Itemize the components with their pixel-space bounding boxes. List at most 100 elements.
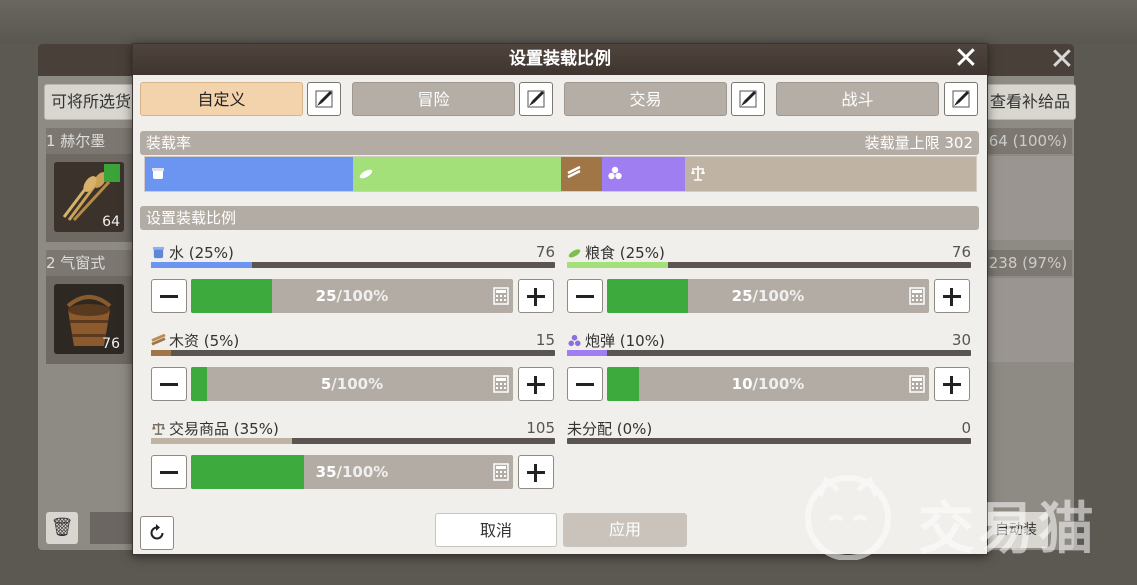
load-segment-water <box>145 157 353 191</box>
food-slider-value: 25 <box>731 287 753 305</box>
trade-goods-icon <box>152 422 165 435</box>
calculator-icon[interactable] <box>909 375 925 393</box>
lumber-label: 木资 (5%) <box>151 330 239 351</box>
water-label-text: 水 (25%) <box>169 244 234 262</box>
calculator-icon[interactable] <box>493 287 509 305</box>
cannonball-value: 30 <box>951 331 971 349</box>
trade-goods-decrease-button[interactable] <box>151 455 187 489</box>
water-increase-button[interactable] <box>518 279 554 313</box>
background-left-button[interactable]: 可将所选货 <box>44 84 138 120</box>
preset-tab-custom[interactable]: 自定义 <box>140 82 303 116</box>
cannonball-slider-value: 10 <box>731 375 753 393</box>
trade-goods-slider-value: 35 <box>315 463 337 481</box>
brush-icon <box>527 90 545 108</box>
cannonball-decrease-button[interactable] <box>567 367 603 401</box>
background-row-2-label: 2 气窗式 <box>46 250 134 276</box>
load-segment-food <box>352 157 561 191</box>
trade-goods-increase-button[interactable] <box>518 455 554 489</box>
lumber-increase-button[interactable] <box>518 367 554 401</box>
brush-icon <box>952 90 970 108</box>
food-share-bar <box>567 262 971 268</box>
background-row-1-right-panel <box>984 156 1074 240</box>
background-grain-item[interactable]: 64 <box>54 162 124 232</box>
capacity-limit: 装载量上限 302 <box>864 134 973 152</box>
food-decrease-button[interactable] <box>567 279 603 313</box>
background-row-2-status: 238 (97%) <box>984 250 1072 276</box>
water-slider-max: 100% <box>342 287 389 305</box>
trade-goods-slider-max: 100% <box>342 463 389 481</box>
ratio-section-header: 设置装载比例 <box>140 206 979 230</box>
background-row-1-label: 1 赫尔墨 <box>46 128 134 154</box>
trade-goods-icon <box>691 166 706 181</box>
cannonball-share-bar <box>567 350 971 356</box>
cannonball-label-text: 炮弹 (10%) <box>585 332 665 350</box>
lumber-icon <box>566 165 581 179</box>
preset-tab-battle[interactable]: 战斗 <box>776 82 939 116</box>
cannonball-label: 炮弹 (10%) <box>567 330 665 351</box>
cannonball-ratio-slider[interactable]: 10/100% <box>607 367 929 401</box>
trade-goods-label: 交易商品 (35%) <box>151 418 279 439</box>
lumber-decrease-button[interactable] <box>151 367 187 401</box>
lumber-value: 15 <box>535 331 555 349</box>
trade-goods-label-text: 交易商品 (35%) <box>169 420 279 438</box>
apply-button[interactable]: 应用 <box>563 513 687 547</box>
calculator-icon[interactable] <box>493 463 509 481</box>
cannonball-icon <box>608 166 622 180</box>
edit-trade-preset-button[interactable] <box>731 82 765 116</box>
water-bucket-icon <box>152 168 164 179</box>
background-row-2-right-panel <box>984 278 1074 362</box>
edit-custom-preset-button[interactable] <box>307 82 341 116</box>
food-increase-button[interactable] <box>934 279 970 313</box>
trash-icon[interactable]: 🗑 <box>46 512 78 544</box>
food-label: 粮食 (25%) <box>567 242 665 263</box>
water-value: 76 <box>535 243 555 261</box>
edit-adventure-preset-button[interactable] <box>519 82 553 116</box>
cancel-button[interactable]: 取消 <box>435 513 557 547</box>
water-decrease-button[interactable] <box>151 279 187 313</box>
unallocated-share-bar <box>567 438 971 444</box>
trade-goods-ratio-slider[interactable]: 35/100% <box>191 455 513 489</box>
lumber-icon <box>151 334 166 346</box>
background-auto-load-button[interactable]: 自动装 <box>984 512 1048 548</box>
food-share-fill <box>567 262 668 268</box>
brush-icon <box>739 90 757 108</box>
trade-goods-value: 105 <box>526 419 555 437</box>
load-rate-bar <box>144 156 977 192</box>
food-label-text: 粮食 (25%) <box>585 244 665 262</box>
background-row-1-status: 64 (100%) <box>984 128 1072 154</box>
food-icon <box>359 169 372 179</box>
preset-tab-trade[interactable]: 交易 <box>564 82 727 116</box>
cannonball-increase-button[interactable] <box>934 367 970 401</box>
preset-tab-adventure[interactable]: 冒险 <box>352 82 515 116</box>
background-close-icon[interactable]: ✕ <box>1047 45 1077 75</box>
unallocated-value: 0 <box>961 419 971 437</box>
background-bucket-item[interactable]: 76 <box>54 284 124 354</box>
load-segment-lumber <box>560 157 603 191</box>
background-view-supplies-button[interactable]: 查看补给品 <box>984 84 1076 120</box>
lumber-ratio-slider[interactable]: 5/100% <box>191 367 513 401</box>
lumber-share-bar <box>151 350 555 356</box>
trade-goods-share-bar <box>151 438 555 444</box>
water-label: 水 (25%) <box>151 242 234 263</box>
calculator-icon[interactable] <box>909 287 925 305</box>
food-slider-max: 100% <box>758 287 805 305</box>
water-slider-value: 25 <box>315 287 337 305</box>
lumber-slider-max: 100% <box>336 375 384 393</box>
background-top-bar <box>0 0 1137 44</box>
dialog-close-icon[interactable]: ✕ <box>951 44 981 75</box>
unallocated-label: 未分配 (0%) <box>567 420 653 438</box>
food-ratio-slider[interactable]: 25/100% <box>607 279 929 313</box>
loading-ratio-dialog: 设置装载比例 ✕ 自定义 冒险 交易 战斗 装载率 装载量上限 302 设置装载… <box>132 43 988 555</box>
load-rate-title: 装载率 <box>146 134 192 152</box>
cannonball-slider-max: 100% <box>758 375 805 393</box>
cannonball-share-fill <box>567 350 608 356</box>
water-ratio-slider[interactable]: 25/100% <box>191 279 513 313</box>
food-value: 76 <box>951 243 971 261</box>
edit-battle-preset-button[interactable] <box>944 82 978 116</box>
water-share-fill <box>151 262 252 268</box>
reset-button[interactable] <box>140 516 174 550</box>
calculator-icon[interactable] <box>493 375 509 393</box>
background-row-2-qty: 76 <box>102 336 120 352</box>
food-icon <box>568 249 581 258</box>
cannonball-icon <box>568 334 581 347</box>
